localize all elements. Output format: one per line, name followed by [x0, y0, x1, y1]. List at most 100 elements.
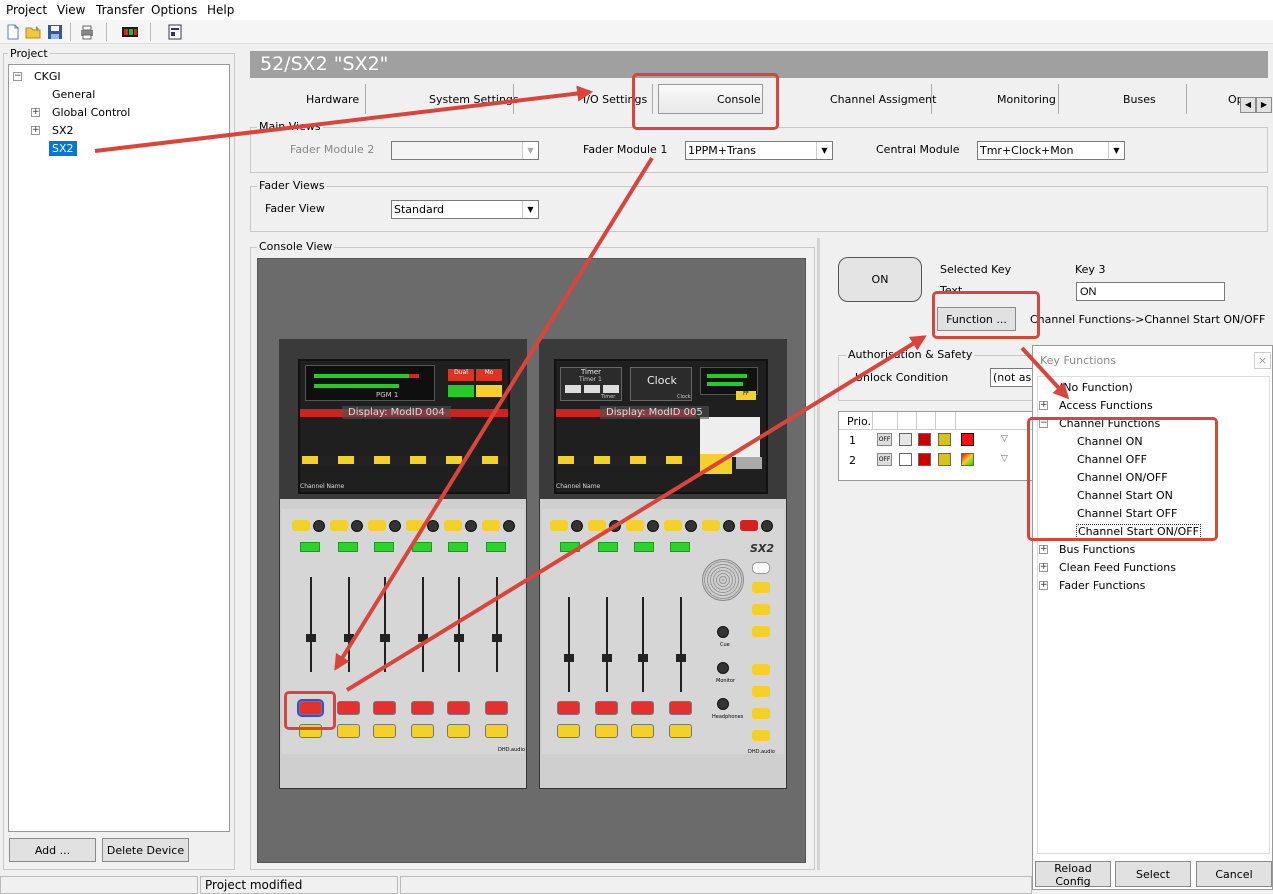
- save-icon[interactable]: [46, 23, 64, 41]
- tab-buses[interactable]: Buses: [1123, 93, 1156, 106]
- channel-on-key[interactable]: [485, 701, 508, 715]
- new-file-icon[interactable]: [4, 23, 22, 41]
- prio-row-2-state[interactable]: OFF: [877, 453, 892, 466]
- fader-knob[interactable]: [564, 654, 574, 662]
- select-key[interactable]: [664, 520, 682, 531]
- rotary-knob[interactable]: [465, 520, 477, 532]
- rotary-knob[interactable]: [647, 520, 659, 532]
- central-module-combo[interactable]: Tmr+Clock+Mon ▼: [977, 141, 1125, 160]
- prio-row-1-color-off[interactable]: [899, 433, 912, 446]
- channel-on-key[interactable]: [595, 701, 618, 715]
- tree-item-ckgi[interactable]: CKGI: [34, 70, 61, 83]
- expand-icon[interactable]: +: [1039, 545, 1048, 554]
- channel-off-key[interactable]: [595, 724, 618, 738]
- select-key[interactable]: [626, 520, 644, 531]
- tree-item-general[interactable]: General: [52, 88, 95, 101]
- kf-clean-feed-functions[interactable]: Clean Feed Functions: [1059, 561, 1176, 574]
- prio-row-1-icon[interactable]: [961, 433, 974, 446]
- tree-item-global-control[interactable]: Global Control: [52, 106, 130, 119]
- central-key[interactable]: [752, 582, 770, 593]
- tab-system-settings[interactable]: System Settings: [429, 93, 519, 106]
- select-key[interactable]: [292, 520, 310, 531]
- kf-access-functions[interactable]: Access Functions: [1059, 399, 1153, 412]
- fader-knob[interactable]: [638, 654, 648, 662]
- close-icon[interactable]: ×: [1254, 352, 1271, 369]
- expand-icon[interactable]: +: [1039, 401, 1048, 410]
- channel-off-key[interactable]: [411, 724, 434, 738]
- select-button[interactable]: Select: [1115, 861, 1191, 887]
- fader-knob[interactable]: [492, 634, 502, 642]
- rotary-knob[interactable]: [351, 520, 363, 532]
- channel-off-key[interactable]: [557, 724, 580, 738]
- channel-on-key[interactable]: [669, 701, 692, 715]
- fader-module-2-combo[interactable]: ▼: [391, 141, 539, 160]
- chevron-down-icon[interactable]: ▽: [1001, 454, 1008, 464]
- channel-off-key[interactable]: [631, 724, 654, 738]
- menu-view[interactable]: View: [57, 3, 85, 17]
- expand-icon[interactable]: +: [31, 108, 40, 117]
- rotary-knob[interactable]: [609, 520, 621, 532]
- select-key[interactable]: [368, 520, 386, 531]
- central-key[interactable]: [752, 664, 770, 675]
- delete-device-button[interactable]: Delete Device: [102, 838, 189, 862]
- fader-module-1-combo[interactable]: 1PPM+Trans ▼: [685, 141, 833, 160]
- select-key[interactable]: [482, 520, 500, 531]
- tab-channel-assigment[interactable]: Channel Assigment: [830, 93, 936, 106]
- unlock-condition-combo[interactable]: (not ass: [990, 368, 1038, 387]
- channel-off-key[interactable]: [373, 724, 396, 738]
- prio-row-2-color-yellow[interactable]: [938, 453, 951, 466]
- collapse-icon[interactable]: −: [13, 72, 22, 81]
- fader-knob[interactable]: [418, 634, 428, 642]
- meter-screen-left[interactable]: PGM 1 Dual Mo Channel Name: [298, 359, 510, 494]
- splitter[interactable]: [817, 238, 820, 870]
- channel-off-key[interactable]: [447, 724, 470, 738]
- kf-no-function[interactable]: (No Function): [1059, 381, 1133, 394]
- tab-hardware[interactable]: Hardware: [306, 93, 359, 106]
- fader-knob[interactable]: [602, 654, 612, 662]
- tree-item-sx2-selected[interactable]: SX2: [49, 141, 77, 156]
- rotary-knob[interactable]: [685, 520, 697, 532]
- menu-project[interactable]: Project: [6, 3, 47, 17]
- select-key[interactable]: [550, 520, 568, 531]
- rotary-knob[interactable]: [427, 520, 439, 532]
- central-key[interactable]: [752, 708, 770, 719]
- expand-icon[interactable]: +: [1039, 581, 1048, 590]
- key-text-input[interactable]: [1076, 282, 1225, 301]
- central-screen[interactable]: Timer Timer 1 Timer Clock Clock FF Chann…: [554, 359, 768, 494]
- tab-monitoring[interactable]: Monitoring: [997, 93, 1056, 106]
- cancel-button[interactable]: Cancel: [1196, 861, 1272, 887]
- select-key[interactable]: [588, 520, 606, 531]
- central-key-white[interactable]: [752, 562, 770, 574]
- channel-off-key[interactable]: [669, 724, 692, 738]
- settings-icon[interactable]: [166, 23, 184, 41]
- select-key[interactable]: [330, 520, 348, 531]
- reload-config-button[interactable]: Reload Config: [1035, 861, 1111, 888]
- menu-options[interactable]: Options: [151, 3, 197, 17]
- add-device-button[interactable]: Add ...: [9, 838, 96, 862]
- prio-row-2-icon[interactable]: [961, 453, 974, 466]
- tree-item-sx2[interactable]: SX2: [52, 124, 74, 137]
- expand-icon[interactable]: +: [31, 126, 40, 135]
- menu-transfer[interactable]: Transfer: [96, 3, 144, 17]
- kf-fader-functions[interactable]: Fader Functions: [1059, 579, 1145, 592]
- channel-on-key[interactable]: [411, 701, 434, 715]
- chevron-down-icon[interactable]: ▽: [1001, 434, 1008, 444]
- channel-on-key[interactable]: [447, 701, 470, 715]
- fader-knob[interactable]: [344, 634, 354, 642]
- channel-off-key[interactable]: [337, 724, 360, 738]
- transfer-icon[interactable]: [121, 23, 139, 41]
- menu-help[interactable]: Help: [207, 3, 234, 17]
- central-key[interactable]: [752, 730, 770, 741]
- fader-knob[interactable]: [380, 634, 390, 642]
- fader-view-combo[interactable]: Standard ▼: [391, 200, 539, 219]
- expand-icon[interactable]: +: [1039, 563, 1048, 572]
- select-key[interactable]: [702, 520, 720, 531]
- rotary-knob[interactable]: [571, 520, 583, 532]
- kf-bus-functions[interactable]: Bus Functions: [1059, 543, 1135, 556]
- monitor-knob[interactable]: [717, 662, 729, 674]
- open-folder-icon[interactable]: [24, 23, 42, 41]
- selected-key-button[interactable]: ON: [838, 257, 922, 302]
- rotary-knob[interactable]: [723, 520, 735, 532]
- headphones-knob[interactable]: [717, 698, 729, 710]
- prio-row-2-blink-icon[interactable]: [899, 453, 912, 466]
